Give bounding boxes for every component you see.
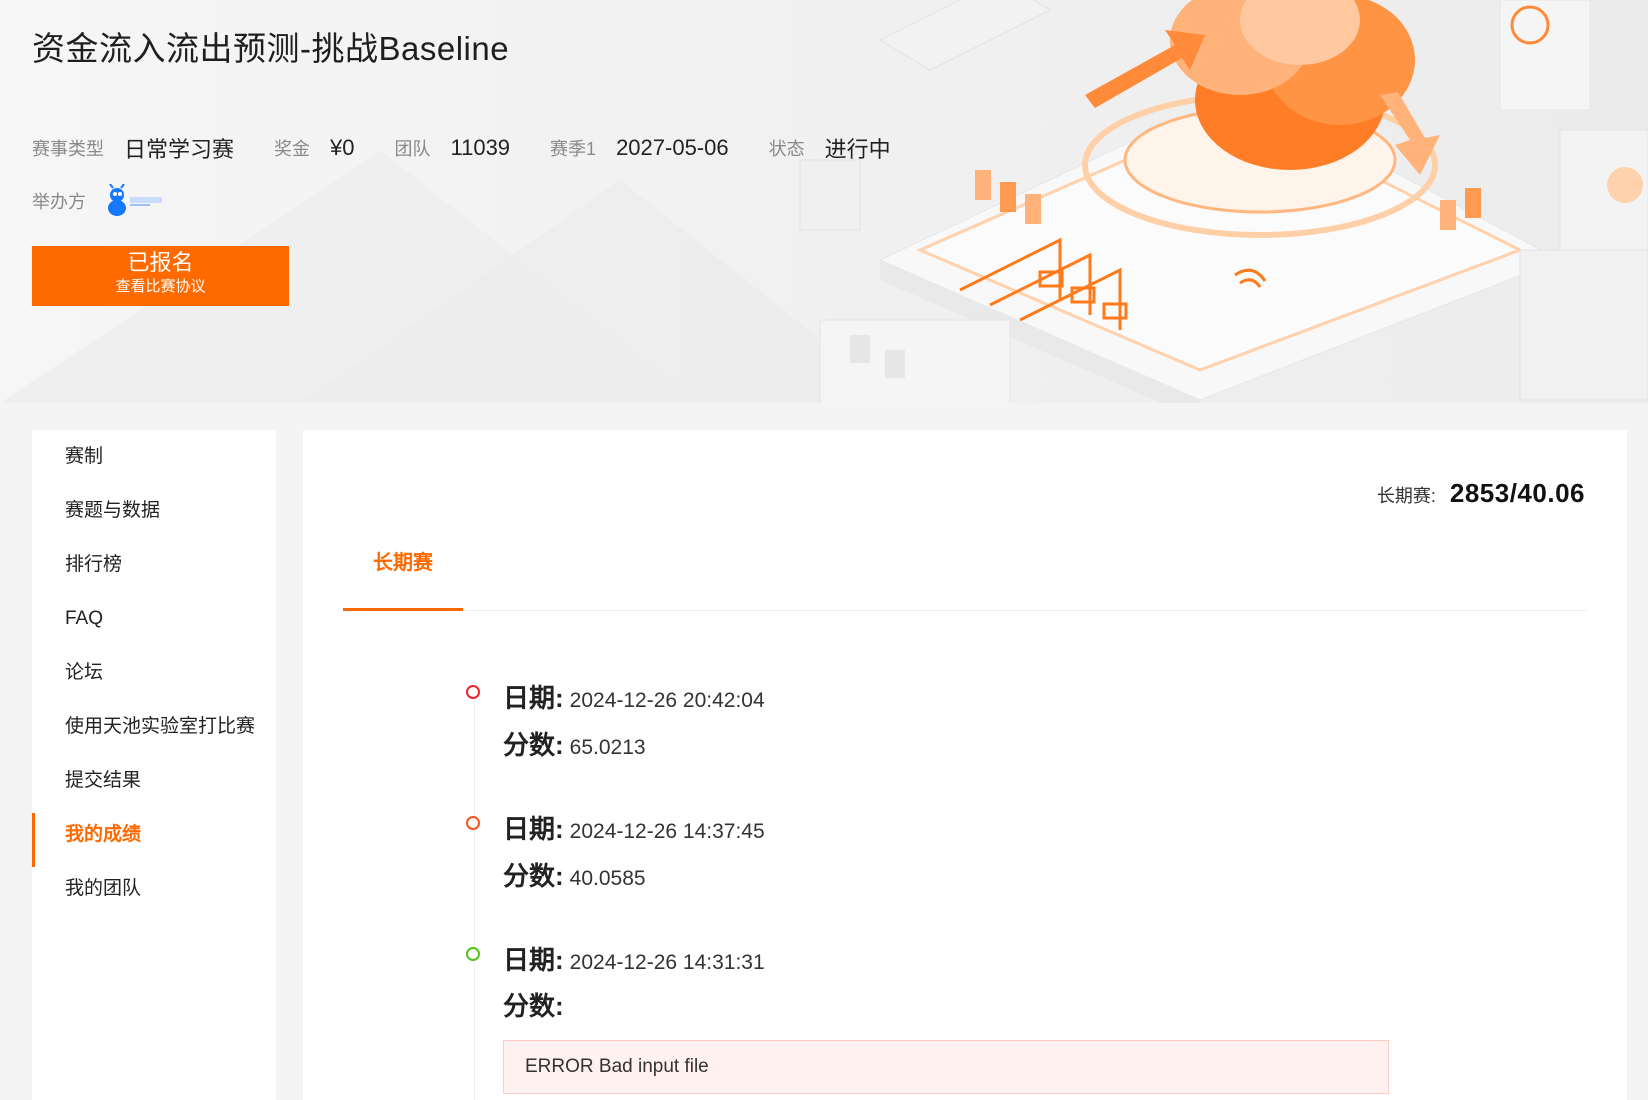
meta-season-value: 2027-05-06	[616, 135, 729, 160]
tab-long-term[interactable]: 长期赛	[343, 537, 463, 611]
submission-error-message: ERROR Bad input file	[503, 1040, 1389, 1094]
date-key: 日期:	[503, 945, 564, 975]
submission-date-row: 日期: 2024-12-26 14:37:45	[503, 809, 765, 846]
sidebar-item-rules[interactable]: 赛制	[32, 430, 276, 484]
submission-score-row: 分数:	[503, 986, 570, 1023]
long-term-score-label: 长期赛:	[1376, 486, 1436, 506]
sidebar-item-leaderboard[interactable]: 排行榜	[32, 538, 276, 592]
competition-banner: 资金流入流出预测-挑战Baseline 赛事类型 日常学习赛 奖金 ¥0 团队 …	[0, 0, 1648, 403]
submission-date: 2024-12-26 14:31:31	[569, 951, 765, 974]
sidebar-item-my-team[interactable]: 我的团队	[32, 862, 276, 916]
sidebar-item-my-scores[interactable]: 我的成绩	[32, 808, 276, 867]
view-agreement-link[interactable]: 查看比赛协议	[32, 276, 289, 298]
competition-title: 资金流入流出预测-挑战Baseline	[32, 30, 510, 67]
submission-date-row: 日期: 2024-12-26 20:42:04	[503, 678, 765, 715]
score-key: 分数:	[503, 861, 564, 891]
date-key: 日期:	[503, 814, 564, 844]
meta-status-label: 状态	[768, 139, 805, 159]
timeline-line	[474, 696, 475, 1100]
date-key: 日期:	[503, 683, 564, 713]
timeline-dot-icon	[466, 816, 480, 830]
submission-date-row: 日期: 2024-12-26 14:31:31	[503, 940, 765, 977]
ant-financial-logo-icon[interactable]	[104, 184, 162, 218]
my-scores-panel: 长期赛: 2853/40.06 长期赛 日期: 2024-12-26 20:42…	[303, 430, 1627, 1100]
timeline-dot-icon	[466, 947, 480, 961]
registered-label: 已报名	[127, 250, 194, 275]
long-term-score: 长期赛: 2853/40.06	[1377, 478, 1585, 509]
sidebar-item-submit[interactable]: 提交结果	[32, 754, 276, 808]
competition-meta: 赛事类型 日常学习赛 奖金 ¥0 团队 11039 赛季1 2027-05-06…	[32, 132, 931, 164]
score-key: 分数:	[503, 991, 564, 1021]
long-term-score-value: 2853/40.06	[1449, 478, 1585, 508]
score-tabs: 长期赛	[343, 537, 1587, 611]
score-key: 分数:	[503, 730, 564, 760]
meta-status-value: 进行中	[824, 137, 891, 162]
host-label: 举办方	[32, 192, 86, 212]
sidebar-nav: 赛制 赛题与数据 排行榜 FAQ 论坛 使用天池实验室打比赛 提交结果 我的成绩…	[32, 430, 276, 1100]
meta-prize-value: ¥0	[330, 135, 355, 160]
sidebar-item-problem-data[interactable]: 赛题与数据	[32, 484, 276, 538]
timeline-dot-icon	[466, 685, 480, 699]
submission-score-row: 分数: 40.0585	[503, 856, 646, 893]
submission-score: 65.0213	[569, 736, 646, 759]
sidebar-item-forum[interactable]: 论坛	[32, 646, 276, 700]
submission-score: 40.0585	[569, 867, 646, 890]
meta-type-value: 日常学习赛	[124, 137, 235, 162]
meta-season-label: 赛季1	[550, 139, 597, 159]
meta-team-value: 11039	[450, 135, 511, 160]
submission-date: 2024-12-26 20:42:04	[569, 689, 765, 712]
meta-team-label: 团队	[394, 139, 431, 159]
submission-date: 2024-12-26 14:37:45	[569, 820, 765, 843]
sidebar-item-tianchi-lab[interactable]: 使用天池实验室打比赛	[32, 700, 276, 754]
sidebar-item-faq[interactable]: FAQ	[32, 592, 276, 646]
submission-score-row: 分数: 65.0213	[503, 725, 646, 762]
registered-button[interactable]: 已报名 查看比赛协议	[32, 246, 289, 306]
meta-type-label: 赛事类型	[32, 139, 104, 159]
host-row: 举办方	[32, 184, 162, 218]
meta-prize-label: 奖金	[274, 139, 311, 159]
